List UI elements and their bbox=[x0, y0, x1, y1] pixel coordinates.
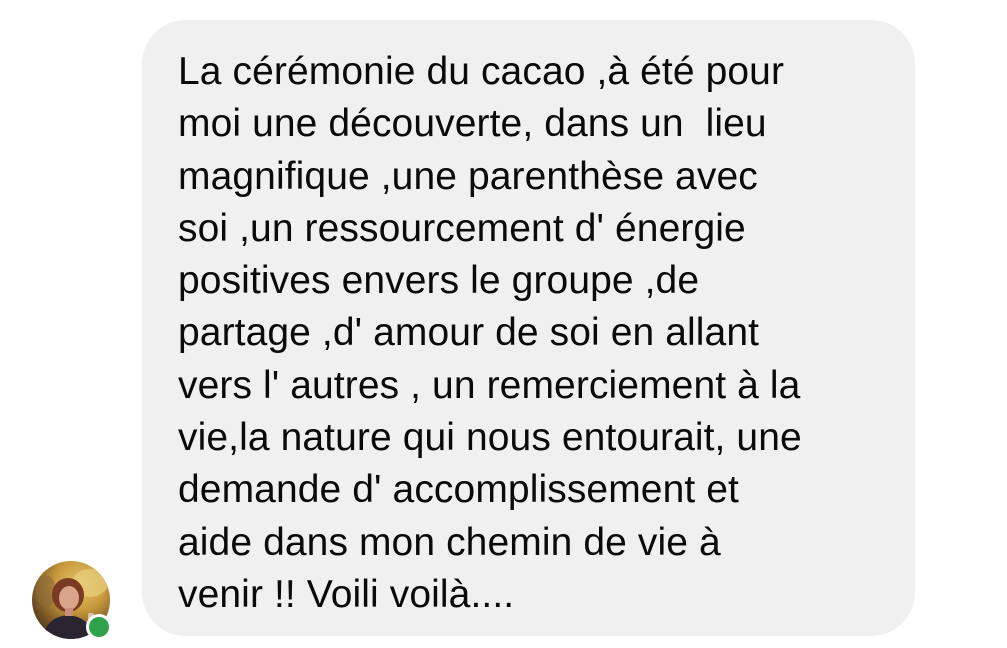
message-line: La cérémonie du cacao ,à été pour bbox=[178, 50, 785, 93]
message-line: venir !! Voili voilà.... bbox=[178, 572, 515, 616]
message-text: La cérémonie du cacao ,à été pour moi un… bbox=[178, 46, 885, 621]
message-line: vers l' autres , un remerciement à la bbox=[178, 363, 801, 407]
message-line: demande d' accomplissement et bbox=[178, 468, 739, 512]
message-line: aide dans mon chemin de vie à bbox=[178, 520, 721, 564]
message-line: positives envers le groupe ,de bbox=[178, 259, 700, 303]
online-status-icon bbox=[86, 614, 112, 640]
message-line: magnifique ,une parenthèse avec bbox=[178, 154, 758, 198]
message-line: vie,la nature qui nous entourait, une bbox=[178, 416, 802, 460]
message-line: soi ,un ressourcement d' énergie bbox=[178, 206, 746, 250]
message-line: partage ,d' amour de soi en allant bbox=[178, 311, 760, 355]
message-thread: La cérémonie du cacao ,à été pour moi un… bbox=[0, 0, 1007, 648]
message-line: moi une découverte, dans un lieu bbox=[178, 102, 767, 146]
message-bubble[interactable]: La cérémonie du cacao ,à été pour moi un… bbox=[142, 20, 915, 636]
